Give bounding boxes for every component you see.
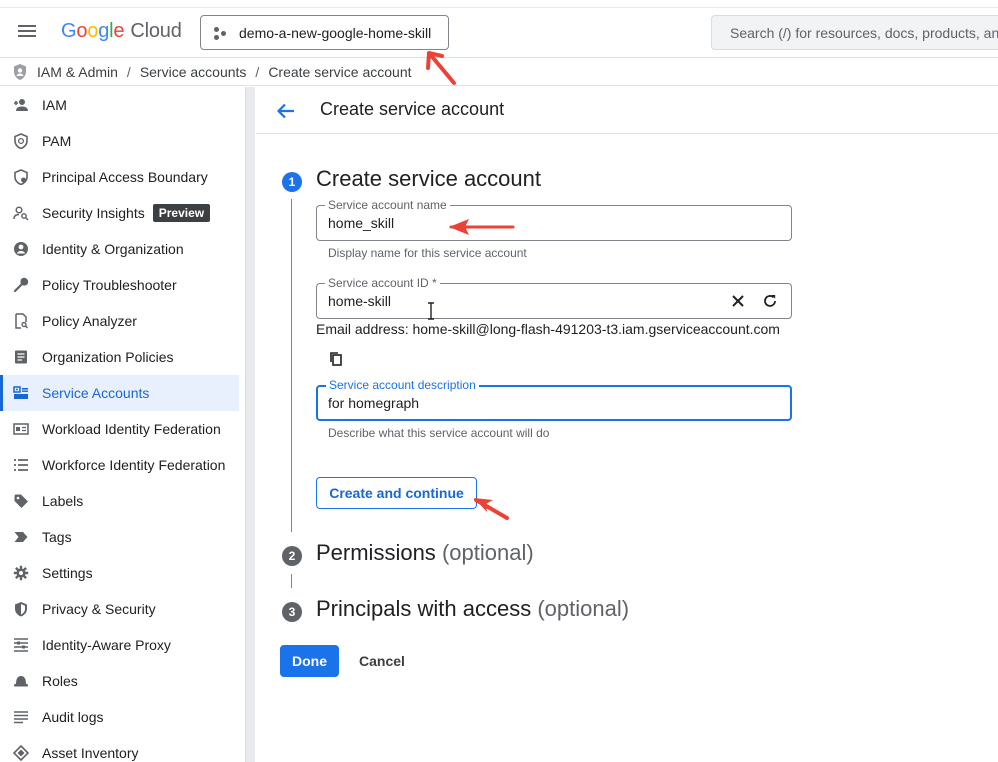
service-account-id-value: home-skill <box>328 293 392 309</box>
email-address-line: Email address: home-skill@long-flash-491… <box>316 321 780 337</box>
step-3-indicator: 3 <box>282 602 302 622</box>
step-connector-line <box>291 199 292 532</box>
sidebar-item-service-accounts[interactable]: Service Accounts <box>0 375 239 411</box>
clear-icon[interactable] <box>728 291 748 311</box>
create-and-continue-button[interactable]: Create and continue <box>316 477 477 509</box>
sidebar: IAM PAM Principal Access Boundary Securi… <box>0 87 245 762</box>
sidebar-item-tags[interactable]: Tags <box>0 519 239 555</box>
sidebar-item-pam[interactable]: PAM <box>0 123 239 159</box>
google-cloud-logo[interactable]: Google Cloud <box>61 20 182 43</box>
list-document-icon <box>13 349 29 365</box>
text-cursor-icon <box>428 302 434 320</box>
sidebar-item-roles[interactable]: Roles <box>0 663 239 699</box>
service-account-description-label: Service account description <box>326 378 479 392</box>
person-search-icon <box>13 205 29 221</box>
main-menu-button[interactable] <box>14 22 42 44</box>
project-name: demo-a-new-google-home-skill <box>239 24 432 41</box>
sidebar-item-labels[interactable]: Labels <box>0 483 239 519</box>
gear-icon <box>13 565 29 581</box>
diamond-icon <box>13 745 29 761</box>
service-account-name-label: Service account name <box>325 198 450 212</box>
hamburger-icon <box>18 25 36 27</box>
service-account-name-helper: Display name for this service account <box>328 246 527 260</box>
project-picker[interactable]: demo-a-new-google-home-skill <box>200 15 449 50</box>
sidebar-item-audit-logs[interactable]: Audit logs <box>0 699 239 735</box>
grid-icon <box>13 637 29 653</box>
sidebar-item-workforce-identity-federation[interactable]: Workforce Identity Federation <box>0 447 239 483</box>
breadcrumb-current: Create service account <box>268 64 412 80</box>
sidebar-scrollbar[interactable] <box>245 87 255 762</box>
breadcrumb-separator: / <box>255 64 260 80</box>
top-bar: Google Cloud demo-a-new-google-home-skill… <box>0 8 998 58</box>
breadcrumb-separator: / <box>126 64 131 80</box>
step-3-title[interactable]: Principals with access (optional) <box>316 596 629 622</box>
preview-badge: Preview <box>152 204 211 222</box>
browser-top-strip <box>0 0 998 8</box>
step-connector-line <box>291 574 292 588</box>
service-account-icon <box>13 385 29 401</box>
service-account-name-field[interactable]: Service account name home_skill <box>316 198 792 241</box>
sidebar-item-principal-access-boundary[interactable]: Principal Access Boundary <box>0 159 239 195</box>
page-header: Create service account <box>256 87 998 134</box>
page-title: Create service account <box>320 99 505 119</box>
step-1-indicator: 1 <box>282 172 302 192</box>
refresh-icon[interactable] <box>760 291 780 311</box>
service-account-description-value: for homegraph <box>328 395 420 411</box>
wrench-icon <box>13 277 29 293</box>
project-dots-icon <box>213 26 227 40</box>
service-account-description-helper: Describe what this service account will … <box>328 426 550 440</box>
breadcrumb-service-accounts[interactable]: Service accounts <box>140 64 247 80</box>
search-input[interactable]: Search (/) for resources, docs, products… <box>711 15 998 50</box>
step-1-title: Create service account <box>316 166 541 191</box>
sidebar-item-asset-inventory[interactable]: Asset Inventory <box>0 735 239 762</box>
copy-icon[interactable] <box>326 349 346 369</box>
back-arrow-icon[interactable] <box>274 99 298 123</box>
search-placeholder: Search (/) for resources, docs, products… <box>730 24 998 41</box>
iam-shield-icon <box>14 64 26 80</box>
list-icon <box>13 457 29 473</box>
sidebar-item-settings[interactable]: Settings <box>0 555 239 591</box>
service-account-description-field[interactable]: Service account description for homegrap… <box>316 378 792 421</box>
sidebar-item-identity-organization[interactable]: Identity & Organization <box>0 231 239 267</box>
document-search-icon <box>13 313 29 329</box>
sidebar-item-security-insights[interactable]: Security Insights Preview <box>0 195 239 231</box>
shield-clock-icon <box>13 133 29 149</box>
shield-gear-icon <box>13 169 29 185</box>
step-2-title[interactable]: Permissions (optional) <box>316 540 534 566</box>
email-address-value: home-skill@long-flash-491203-t3.iam.gser… <box>412 321 780 337</box>
breadcrumb-iam-admin[interactable]: IAM & Admin <box>37 64 118 80</box>
sidebar-item-privacy-security[interactable]: Privacy & Security <box>0 591 239 627</box>
breadcrumb: IAM & Admin / Service accounts / Create … <box>0 59 998 86</box>
sidebar-item-iam[interactable]: IAM <box>0 87 239 123</box>
chevron-tag-icon <box>13 529 29 545</box>
sidebar-item-identity-aware-proxy[interactable]: Identity-Aware Proxy <box>0 627 239 663</box>
shield-icon <box>13 601 29 617</box>
main-content: Create service account 1 Create service … <box>256 87 998 762</box>
lines-icon <box>13 709 29 725</box>
service-account-name-value: home_skill <box>328 215 395 231</box>
done-button[interactable]: Done <box>280 645 339 677</box>
hat-icon <box>13 673 29 689</box>
person-add-icon <box>13 97 29 113</box>
account-circle-icon <box>13 241 29 257</box>
sidebar-item-organization-policies[interactable]: Organization Policies <box>0 339 239 375</box>
sidebar-item-policy-troubleshooter[interactable]: Policy Troubleshooter <box>0 267 239 303</box>
service-account-id-label: Service account ID * <box>325 276 440 290</box>
id-card-icon <box>13 421 29 437</box>
service-account-id-field[interactable]: Service account ID * home-skill <box>316 276 792 320</box>
cancel-button[interactable]: Cancel <box>359 653 405 669</box>
sidebar-item-workload-identity-federation[interactable]: Workload Identity Federation <box>0 411 239 447</box>
sidebar-item-policy-analyzer[interactable]: Policy Analyzer <box>0 303 239 339</box>
step-2-indicator: 2 <box>282 546 302 566</box>
tag-icon <box>13 493 29 509</box>
